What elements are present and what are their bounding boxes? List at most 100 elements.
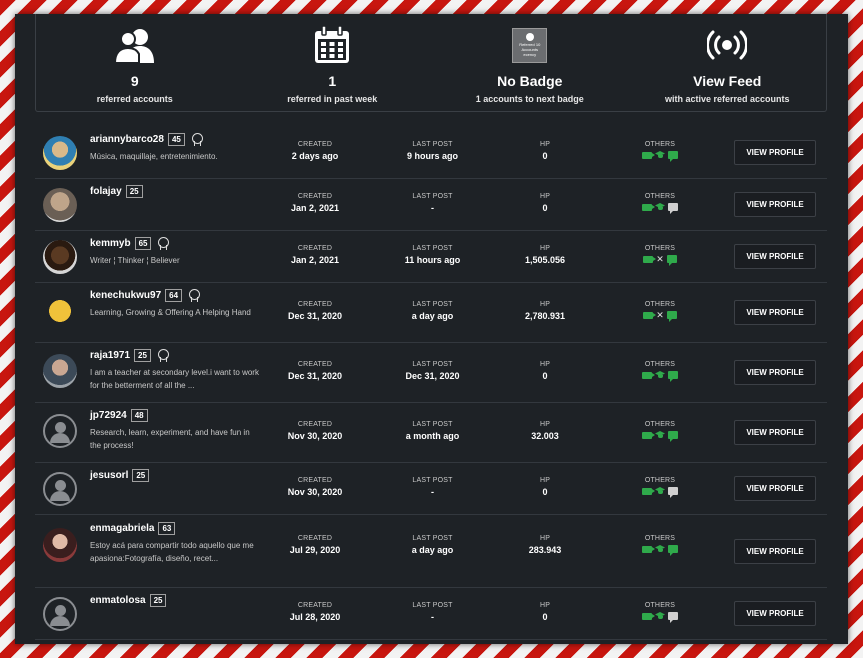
avatar[interactable]: [43, 294, 77, 328]
calendar-icon: [314, 24, 350, 66]
view-profile-button[interactable]: VIEW PROFILE: [734, 192, 816, 217]
created-date: 2 days ago: [291, 151, 339, 161]
reputation-badge: 48: [130, 409, 148, 422]
video-icon: [643, 255, 656, 263]
view-profile-button[interactable]: VIEW PROFILE: [734, 420, 816, 445]
column-label: HP: [539, 535, 551, 542]
column-label: OTHERS: [644, 477, 676, 484]
reputation-badge: 65: [134, 237, 152, 250]
stat-label: 1 accounts to next badge: [475, 94, 584, 104]
avatar[interactable]: [43, 528, 77, 562]
hp-value: 1,505.056: [524, 255, 566, 265]
others-status-icons: [630, 151, 690, 162]
column-label: OTHERS: [644, 301, 676, 308]
others-status-icons: [630, 371, 690, 382]
column-label: CREATED: [297, 245, 333, 252]
hp-value: 0: [542, 151, 548, 161]
others-status-icons: ✕: [630, 255, 690, 266]
chat-icon: [668, 545, 678, 556]
column-label: HP: [539, 141, 551, 148]
stat-view-feed[interactable]: View Feed with active referred accounts: [629, 14, 827, 111]
stat-label: referred accounts: [96, 94, 173, 104]
column-label: LAST POST: [412, 361, 453, 368]
created-date: Nov 30, 2020: [287, 431, 343, 441]
last-post: -: [431, 612, 434, 622]
view-feed-link[interactable]: View Feed: [693, 73, 761, 89]
user-bio: Música, maquillaje, entretenimiento.: [90, 152, 218, 161]
others-status-icons: [630, 545, 690, 556]
column-label: LAST POST: [412, 193, 453, 200]
view-profile-button[interactable]: VIEW PROFILE: [734, 244, 816, 269]
username-link[interactable]: enmatolosa: [90, 595, 146, 606]
view-profile-button[interactable]: VIEW PROFILE: [734, 601, 816, 626]
avatar[interactable]: [43, 472, 77, 506]
column-label: HP: [539, 421, 551, 428]
hp-value: 0: [542, 612, 548, 622]
reputation-badge: 25: [132, 469, 150, 482]
referrals-panel: 9 referred accounts 1 referred in past w…: [15, 14, 848, 644]
reputation-badge: 25: [149, 594, 167, 607]
hp-value: 0: [542, 203, 548, 213]
column-label: LAST POST: [412, 245, 453, 252]
view-profile-button[interactable]: VIEW PROFILE: [734, 140, 816, 165]
stat-referred-accounts: 9 referred accounts: [36, 14, 234, 111]
chat-icon: [668, 151, 678, 162]
avatar[interactable]: [43, 597, 77, 631]
graduation-cap-icon: [655, 487, 665, 495]
view-profile-button[interactable]: VIEW PROFILE: [734, 360, 816, 385]
last-post: a day ago: [411, 311, 454, 321]
referral-row: enmatolosa 25 CREATED Jul 28, 2020 LAST POST…: [35, 588, 827, 640]
column-label: LAST POST: [412, 301, 453, 308]
others-status-icons: [630, 431, 690, 442]
avatar[interactable]: [43, 240, 77, 274]
broadcast-icon[interactable]: [707, 24, 748, 66]
view-profile-button[interactable]: VIEW PROFILE: [734, 476, 816, 501]
avatar[interactable]: [43, 136, 77, 170]
column-label: CREATED: [297, 477, 333, 484]
username-link[interactable]: kemmyb: [90, 238, 131, 249]
others-status-icons: [630, 612, 690, 623]
reputation-badge: 25: [125, 185, 143, 198]
referral-row: kemmyb 65 Writer ¦ Thinker ¦ Believer CREAT…: [35, 231, 827, 283]
video-icon: [642, 203, 655, 211]
column-label: LAST POST: [412, 477, 453, 484]
username-link[interactable]: folajay: [90, 186, 122, 197]
username-link[interactable]: jesusorl: [90, 470, 128, 481]
column-label: CREATED: [297, 602, 333, 609]
column-label: HP: [539, 361, 551, 368]
created-date: Dec 31, 2020: [287, 311, 343, 321]
column-label: LAST POST: [412, 141, 453, 148]
column-label: CREATED: [297, 421, 333, 428]
column-label: OTHERS: [644, 535, 676, 542]
chat-icon: [668, 371, 678, 382]
avatar[interactable]: [43, 354, 77, 388]
graduation-cap-icon: [655, 371, 665, 379]
username-link[interactable]: ariannybarco28: [90, 134, 164, 145]
username-link[interactable]: enmagabriela: [90, 523, 154, 534]
users-icon: [113, 24, 157, 66]
column-label: HP: [539, 193, 551, 200]
graduation-cap-icon: [655, 612, 665, 620]
graduation-cap-icon: [655, 151, 665, 159]
username-link[interactable]: raja1971: [90, 350, 130, 361]
avatar[interactable]: [43, 414, 77, 448]
medal-icon: [191, 133, 203, 146]
referral-row: raja1971 25 I am a teacher at secondary le…: [35, 343, 827, 403]
stat-value: No Badge: [497, 73, 563, 89]
view-profile-button[interactable]: VIEW PROFILE: [734, 539, 816, 564]
referral-row: jesusorl 25 CREATED Nov 30, 2020 LAST POST - H…: [35, 463, 827, 515]
last-post: Dec 31, 2020: [405, 371, 460, 381]
column-label: CREATED: [297, 301, 333, 308]
video-icon: [642, 612, 655, 620]
reputation-badge: 45: [167, 133, 185, 146]
others-status-icons: [630, 203, 690, 214]
avatar[interactable]: [43, 188, 77, 222]
username-link[interactable]: jp72924: [90, 410, 127, 421]
view-profile-button[interactable]: VIEW PROFILE: [734, 300, 816, 325]
column-label: OTHERS: [644, 245, 676, 252]
video-icon: [642, 371, 655, 379]
column-label: CREATED: [297, 193, 333, 200]
username-link[interactable]: kenechukwu97: [90, 290, 161, 301]
chat-icon: [668, 612, 678, 623]
graduation-cap-icon: [655, 431, 665, 439]
